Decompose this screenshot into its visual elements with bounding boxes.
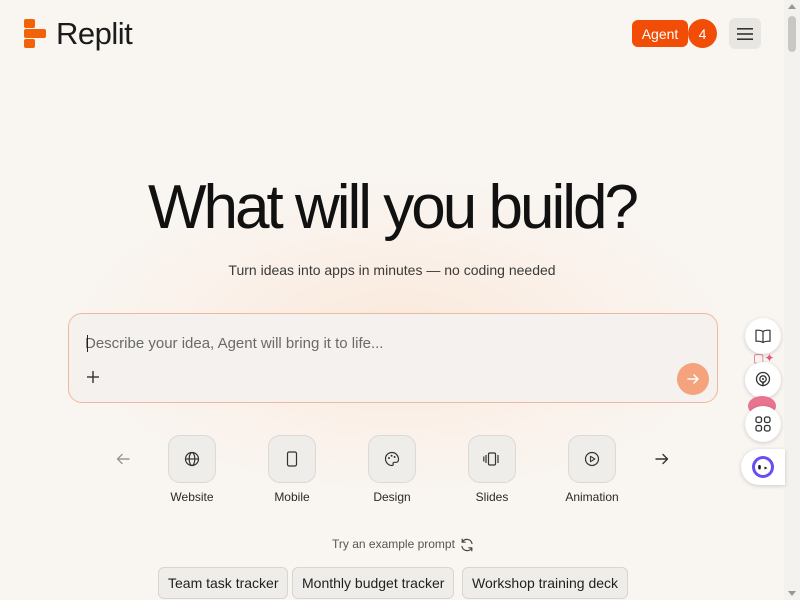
example-chip[interactable]: Workshop training deck xyxy=(462,567,629,599)
menu-button[interactable] xyxy=(729,18,761,49)
scroll-thumb[interactable] xyxy=(788,16,796,52)
carousel-next-button[interactable] xyxy=(652,451,672,467)
scroll-up-arrow[interactable] xyxy=(788,4,796,9)
page-scrollbar[interactable] xyxy=(784,0,800,600)
attach-button[interactable] xyxy=(86,369,100,387)
example-chip[interactable]: Monthly budget tracker xyxy=(292,567,455,599)
app-type-design[interactable]: Design xyxy=(352,435,432,504)
send-button[interactable] xyxy=(677,363,709,395)
broadcast-icon xyxy=(755,371,771,388)
globe-icon-wrap xyxy=(168,435,216,483)
text-caret xyxy=(87,335,88,352)
docs-button[interactable] xyxy=(745,318,781,354)
agent-count-badge[interactable]: 4 xyxy=(688,19,717,48)
app-type-label: Design xyxy=(373,490,411,504)
refresh-examples-button[interactable] xyxy=(459,537,475,553)
slides-icon xyxy=(483,452,499,466)
scroll-down-arrow[interactable] xyxy=(788,591,796,596)
arrow-right-icon xyxy=(687,374,699,384)
phone-icon xyxy=(286,451,298,467)
carousel-prev-button[interactable] xyxy=(113,451,133,467)
app-type-slides[interactable]: Slides xyxy=(452,435,532,504)
plus-icon xyxy=(87,371,99,383)
app-type-carousel: Website Mobile Design Slides Animation xyxy=(112,435,682,505)
example-chip[interactable]: Team task tracker xyxy=(158,567,289,599)
podcast-button[interactable] xyxy=(745,362,781,398)
book-icon xyxy=(755,329,771,344)
globe-icon xyxy=(184,451,200,467)
app-type-mobile[interactable]: Mobile xyxy=(252,435,332,504)
example-prompt-label: Try an example prompt xyxy=(332,537,455,551)
brand-name: Replit xyxy=(56,16,133,51)
replit-logo[interactable]: Replit xyxy=(24,16,133,52)
app-type-label: Animation xyxy=(565,490,619,504)
palette-icon xyxy=(384,451,400,467)
app-type-animation[interactable]: Animation xyxy=(552,435,632,504)
page-subtitle: Turn ideas into apps in minutes — no cod… xyxy=(228,262,556,278)
page-title: What will you build? xyxy=(148,173,639,242)
palette-icon-wrap xyxy=(368,435,416,483)
slides-icon-wrap xyxy=(468,435,516,483)
arrow-left-icon xyxy=(116,453,130,465)
prompt-input[interactable] xyxy=(85,332,685,354)
apps-button[interactable] xyxy=(745,406,781,442)
hamburger-icon xyxy=(737,27,753,40)
play-icon xyxy=(584,451,600,467)
prompt-box[interactable] xyxy=(68,313,718,403)
assistant-face-icon xyxy=(752,456,774,478)
replit-logo-icon xyxy=(24,19,46,49)
agent-button[interactable]: Agent xyxy=(632,20,688,47)
arrow-right-icon xyxy=(655,453,669,465)
refresh-icon xyxy=(461,538,473,552)
app-type-website[interactable]: Website xyxy=(152,435,232,504)
assistant-button[interactable] xyxy=(741,449,785,485)
app-type-label: Website xyxy=(170,490,214,504)
apps-grid-icon xyxy=(755,416,771,432)
phone-icon-wrap xyxy=(268,435,316,483)
agent-label: Agent xyxy=(641,25,679,42)
app-type-label: Mobile xyxy=(274,490,310,504)
play-icon-wrap xyxy=(568,435,616,483)
app-type-label: Slides xyxy=(475,490,509,504)
